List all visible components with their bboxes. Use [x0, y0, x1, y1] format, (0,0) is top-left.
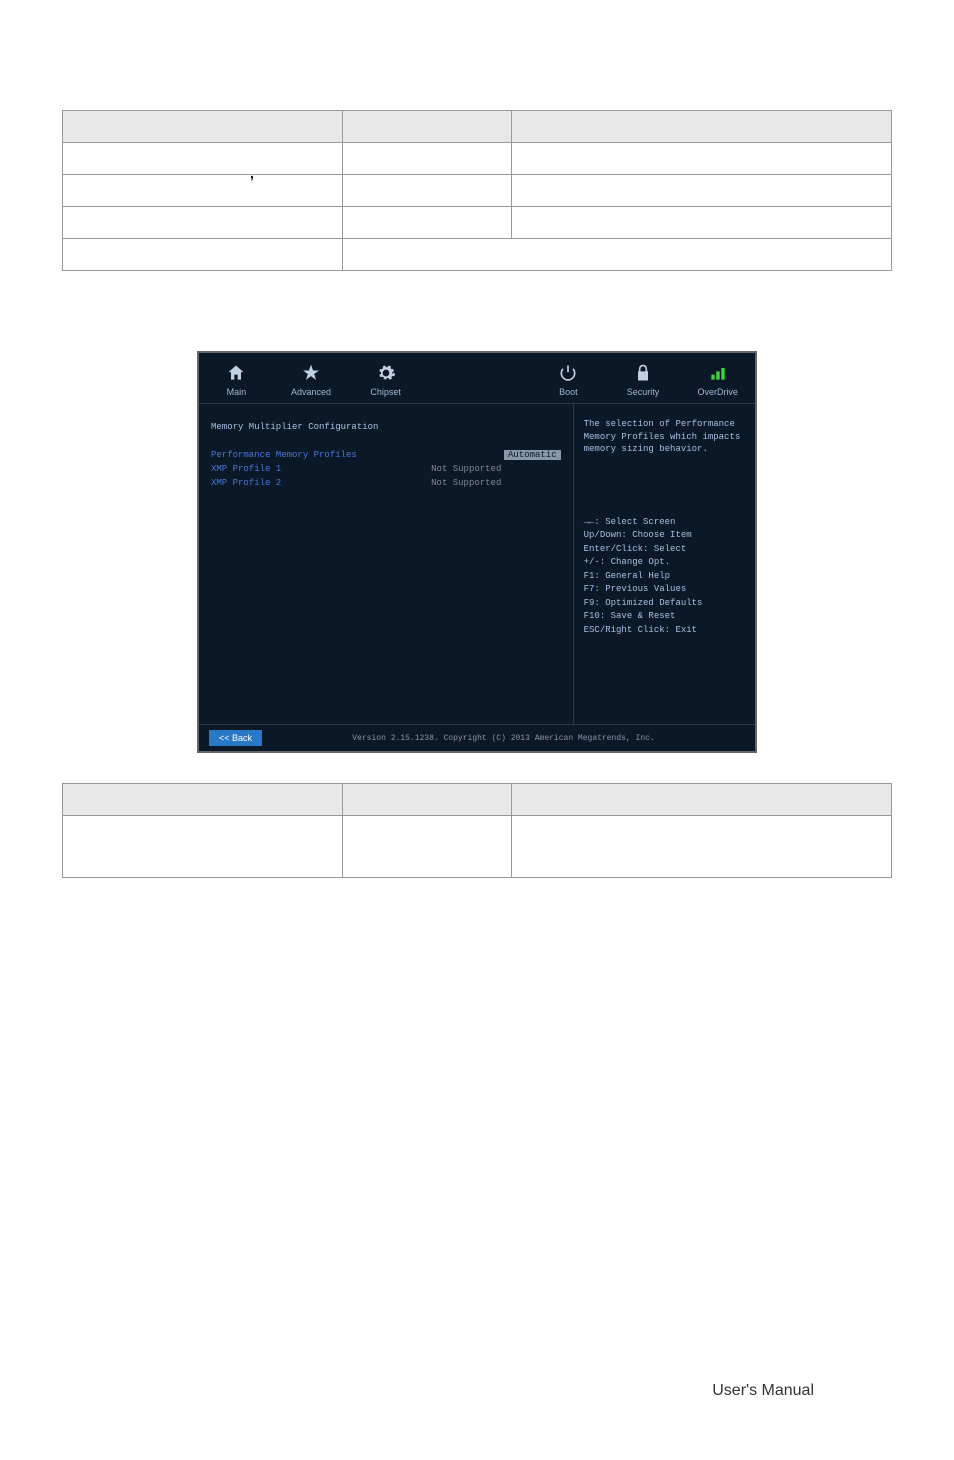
version-text: Version 2.15.1238. Copyright (C) 2013 Am… [262, 734, 745, 743]
bios-main-panel: Memory Multiplier Configuration Performa… [199, 404, 573, 724]
tab-boot[interactable]: Boot [531, 353, 606, 403]
setting-row[interactable]: Performance Memory Profiles Automatic [211, 450, 561, 460]
page-footer: User's Manual [712, 1382, 814, 1400]
table-header [512, 111, 892, 143]
table-row [63, 175, 892, 207]
tab-label: Advanced [291, 387, 331, 397]
tab-security[interactable]: Security [606, 353, 681, 403]
setting-value: Automatic [504, 450, 561, 460]
setting-value: Not Supported [431, 464, 560, 474]
tab-label: Main [227, 387, 247, 397]
setting-row: XMP Profile 1 Not Supported [211, 464, 561, 474]
tab-label: Boot [559, 387, 578, 397]
home-icon [226, 363, 246, 383]
table-header [342, 111, 512, 143]
stray-comma: , [250, 165, 254, 181]
tab-label: Chipset [370, 387, 401, 397]
table-header [63, 111, 343, 143]
section-title: Memory Multiplier Configuration [211, 422, 561, 432]
back-button[interactable]: << Back [209, 730, 262, 746]
table-header [512, 784, 892, 816]
power-icon [558, 363, 578, 383]
setting-label: XMP Profile 2 [211, 478, 431, 488]
star-icon [301, 363, 321, 383]
tab-main[interactable]: Main [199, 353, 274, 403]
tab-label: Security [627, 387, 660, 397]
table-row [63, 816, 892, 878]
tab-label: OverDrive [697, 387, 738, 397]
tab-advanced[interactable]: Advanced [274, 353, 349, 403]
bars-icon [708, 363, 728, 383]
tab-overdrive[interactable]: OverDrive [680, 353, 755, 403]
setting-value: Not Supported [431, 478, 560, 488]
table-header [63, 784, 343, 816]
lock-icon [633, 363, 653, 383]
bios-screenshot: Main Advanced Chipset Boot Security [197, 351, 757, 753]
table-row [63, 239, 892, 271]
bios-footer: << Back Version 2.15.1238. Copyright (C)… [199, 724, 755, 751]
gear-icon [376, 363, 396, 383]
setting-label: Performance Memory Profiles [211, 450, 504, 460]
bios-tab-bar: Main Advanced Chipset Boot Security [199, 353, 755, 404]
tab-chipset[interactable]: Chipset [348, 353, 423, 403]
table-row [63, 143, 892, 175]
setting-label: XMP Profile 1 [211, 464, 431, 474]
table-header [342, 784, 512, 816]
nav-help: →←: Select Screen Up/Down: Choose Item E… [584, 516, 745, 638]
tab-blank [423, 353, 531, 403]
help-text: The selection of Performance Memory Prof… [584, 418, 745, 456]
options-table-1 [62, 110, 892, 271]
bios-help-panel: The selection of Performance Memory Prof… [573, 404, 755, 724]
setting-row: XMP Profile 2 Not Supported [211, 478, 561, 488]
options-table-2 [62, 783, 892, 878]
table-row [63, 207, 892, 239]
